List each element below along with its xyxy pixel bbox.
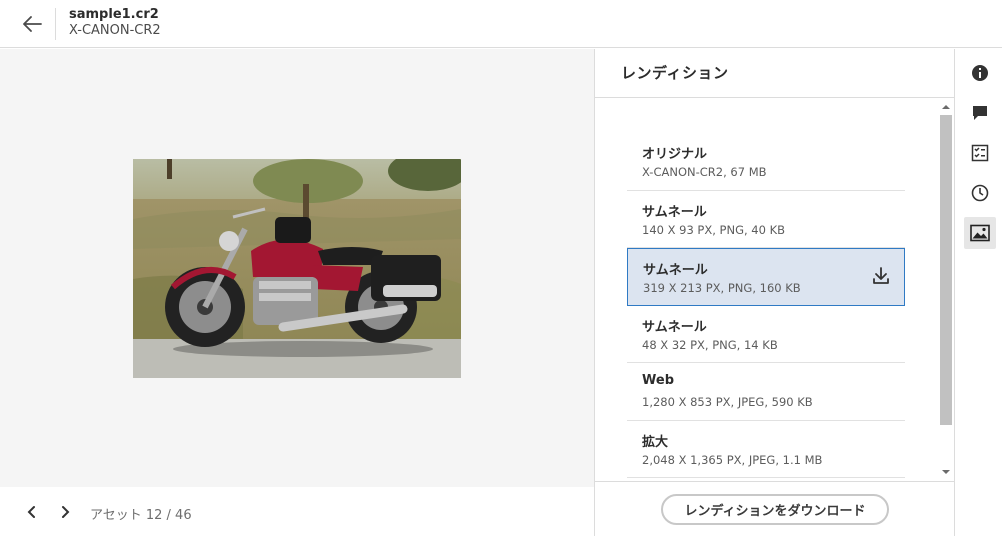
rendition-meta: 2,048 X 1,365 PX, JPEG, 1.1 MB — [642, 452, 823, 467]
side-rail — [956, 49, 1002, 536]
info-icon — [972, 65, 988, 81]
scroll-down-icon[interactable] — [941, 467, 951, 477]
rendition-item[interactable]: Web 1,280 X 853 PX, JPEG, 590 KB — [627, 363, 905, 421]
download-rendition-button[interactable]: レンディションをダウンロード — [661, 494, 889, 525]
rendition-name: サムネール — [643, 263, 708, 278]
renditions-panel: レンディション オリジナル X-CANON-CR2, 67 MB サムネール 1… — [594, 49, 955, 536]
next-asset-button[interactable] — [55, 501, 75, 523]
rail-info-button[interactable] — [964, 57, 996, 89]
asset-preview — [0, 49, 594, 487]
file-type: X-CANON-CR2 — [69, 23, 161, 38]
panel-title: レンディション — [621, 64, 729, 82]
file-name: sample1.cr2 — [69, 7, 159, 22]
clock-icon — [971, 184, 989, 202]
arrow-left-icon — [23, 16, 42, 32]
rendition-item-selected[interactable]: サムネール 319 X 213 PX, PNG, 160 KB — [627, 248, 905, 306]
previous-asset-button[interactable] — [22, 501, 42, 523]
divider — [595, 97, 954, 98]
rendition-item[interactable]: サムネール 48 X 32 PX, PNG, 14 KB — [627, 306, 905, 363]
rendition-meta: 1,280 X 853 PX, JPEG, 590 KB — [642, 395, 813, 409]
asset-navigation: アセット 12 / 46 — [0, 487, 594, 536]
divider — [595, 481, 954, 482]
scrollbar[interactable] — [939, 99, 953, 481]
rendition-meta: 319 X 213 PX, PNG, 160 KB — [643, 281, 801, 295]
rail-comments-button[interactable] — [964, 97, 996, 129]
rendition-name: サムネール — [642, 319, 707, 335]
scroll-thumb[interactable] — [940, 115, 952, 425]
rendition-item[interactable]: オリジナル X-CANON-CR2, 67 MB — [627, 133, 905, 191]
rendition-meta: X-CANON-CR2, 67 MB — [642, 165, 767, 179]
download-icon — [873, 267, 889, 284]
back-button[interactable] — [18, 10, 46, 38]
rendition-name: オリジナル — [642, 147, 708, 162]
comment-icon — [973, 106, 987, 120]
rail-renditions-button[interactable] — [964, 217, 996, 249]
rendition-name: Web — [642, 373, 674, 388]
rendition-download-button[interactable] — [872, 266, 890, 286]
header: sample1.cr2 X-CANON-CR2 — [0, 0, 1002, 48]
header-divider — [55, 8, 56, 40]
rendition-meta: 140 X 93 PX, PNG, 40 KB — [642, 222, 786, 237]
rail-timeline-button[interactable] — [964, 177, 996, 209]
rendition-name: サムネール — [642, 204, 707, 220]
asset-photo — [133, 159, 461, 378]
rendition-item[interactable]: サムネール 140 X 93 PX, PNG, 40 KB — [627, 191, 905, 248]
rendition-item[interactable]: 拡大 2,048 X 1,365 PX, JPEG, 1.1 MB — [627, 421, 905, 478]
rendition-list: オリジナル X-CANON-CR2, 67 MB サムネール 140 X 93 … — [627, 133, 905, 478]
checklist-icon — [971, 144, 989, 162]
rendition-name: 拡大 — [642, 434, 669, 450]
image-icon — [970, 224, 990, 242]
chevron-right-icon — [62, 506, 70, 518]
chevron-left-icon — [27, 506, 35, 518]
rail-tasks-button[interactable] — [964, 137, 996, 169]
scroll-up-icon[interactable] — [941, 102, 951, 112]
rendition-meta: 48 X 32 PX, PNG, 14 KB — [642, 337, 778, 352]
asset-counter: アセット 12 / 46 — [90, 508, 192, 523]
